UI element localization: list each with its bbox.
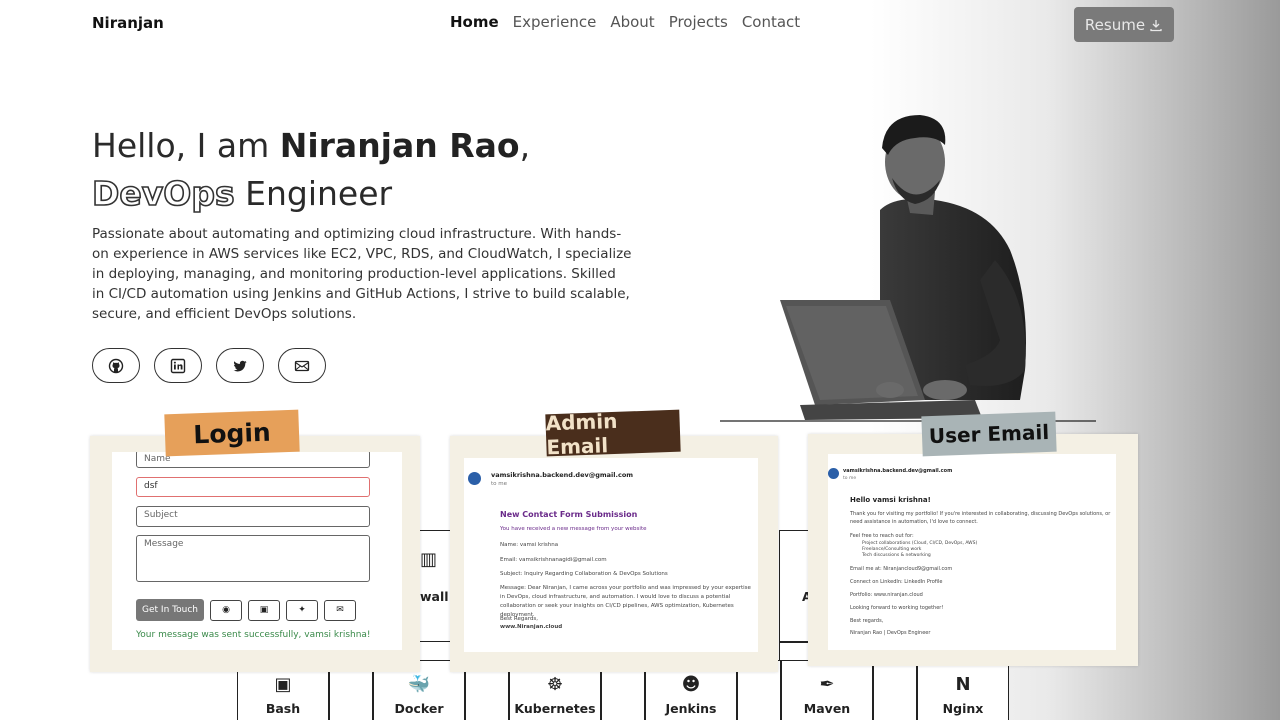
linkedin-button[interactable] <box>154 348 202 383</box>
contact-form-preview: Name dsf Subject Message Get In Touch ◉ … <box>112 452 402 650</box>
twitter-icon <box>233 360 247 371</box>
skill-maven: ✒ Maven <box>781 660 873 720</box>
maven-feather-icon: ✒ <box>819 674 835 695</box>
top-navbar: Niranjan Home Experience About Projects … <box>0 0 1280 48</box>
admin-email-label: Admin Email <box>545 409 681 459</box>
nav-item-about[interactable]: About <box>610 13 654 31</box>
kubernetes-icon: ☸ <box>546 674 564 695</box>
profile-photo <box>720 115 1096 422</box>
user-email-screenshot-card: vamsikrishna.backend.dev@gmail.com to me… <box>808 434 1138 666</box>
email-button[interactable] <box>278 348 326 383</box>
resume-button[interactable]: Resume <box>1074 7 1174 42</box>
form-linkedin-icon[interactable]: ▣ <box>248 600 280 621</box>
skill-spacer <box>873 660 917 720</box>
brand-logo[interactable]: Niranjan <box>92 14 164 32</box>
sender-avatar <box>828 468 839 479</box>
twitter-button[interactable] <box>216 348 264 383</box>
nginx-icon: N <box>955 674 971 695</box>
success-message: Your message was sent successfully, vams… <box>136 630 371 640</box>
hero-role: DevOps Engineer <box>91 173 393 214</box>
user-email-label: User Email <box>921 411 1057 457</box>
firewall-icon: ▥ <box>420 549 438 570</box>
skill-nginx: N Nginx <box>917 660 1009 720</box>
sender-avatar <box>468 472 481 485</box>
form-twitter-icon[interactable]: ✦ <box>286 600 318 621</box>
hero-greeting: Hello, I am Niranjan Rao, <box>92 126 531 165</box>
user-email-preview: vamsikrishna.backend.dev@gmail.com to me… <box>828 454 1116 650</box>
role-outline-text: DevOps <box>91 173 235 214</box>
login-screenshot-card: Name dsf Subject Message Get In Touch ◉ … <box>90 436 420 672</box>
get-in-touch-button[interactable]: Get In Touch <box>136 599 204 621</box>
github-button[interactable] <box>92 348 140 383</box>
admin-email-screenshot-card: vamsikrishna.backend.dev@gmail.com to me… <box>450 436 778 672</box>
resume-label: Resume <box>1084 15 1146 34</box>
form-subject-field[interactable]: Subject <box>136 506 370 527</box>
form-mail-icon[interactable]: ✉ <box>324 600 356 621</box>
admin-email-preview: vamsikrishna.backend.dev@gmail.com to me… <box>464 458 758 652</box>
form-github-icon[interactable]: ◉ <box>210 600 242 621</box>
nav-item-home[interactable]: Home <box>450 13 499 31</box>
linkedin-icon <box>170 358 186 373</box>
nav-item-experience[interactable]: Experience <box>513 13 597 31</box>
mail-icon <box>294 360 310 371</box>
hero-description: Passionate about automating and optimizi… <box>92 226 632 322</box>
terminal-icon: ▣ <box>274 674 292 695</box>
form-message-field[interactable]: Message <box>136 535 370 582</box>
form-social-buttons: ◉ ▣ ✦ ✉ <box>210 600 356 621</box>
hero-name: Niranjan Rao <box>279 126 520 165</box>
docker-icon: 🐳 <box>407 674 431 695</box>
nav-menu: Home Experience About Projects Contact <box>450 13 800 31</box>
social-links <box>92 348 326 383</box>
github-icon <box>108 358 124 373</box>
nav-item-contact[interactable]: Contact <box>742 13 800 31</box>
role-text: Engineer <box>245 174 393 213</box>
jenkins-icon: ☻ <box>681 674 701 695</box>
nav-item-projects[interactable]: Projects <box>669 13 728 31</box>
form-email-field[interactable]: dsf <box>136 477 370 497</box>
download-icon <box>1150 19 1162 31</box>
login-label: Login <box>164 409 300 457</box>
